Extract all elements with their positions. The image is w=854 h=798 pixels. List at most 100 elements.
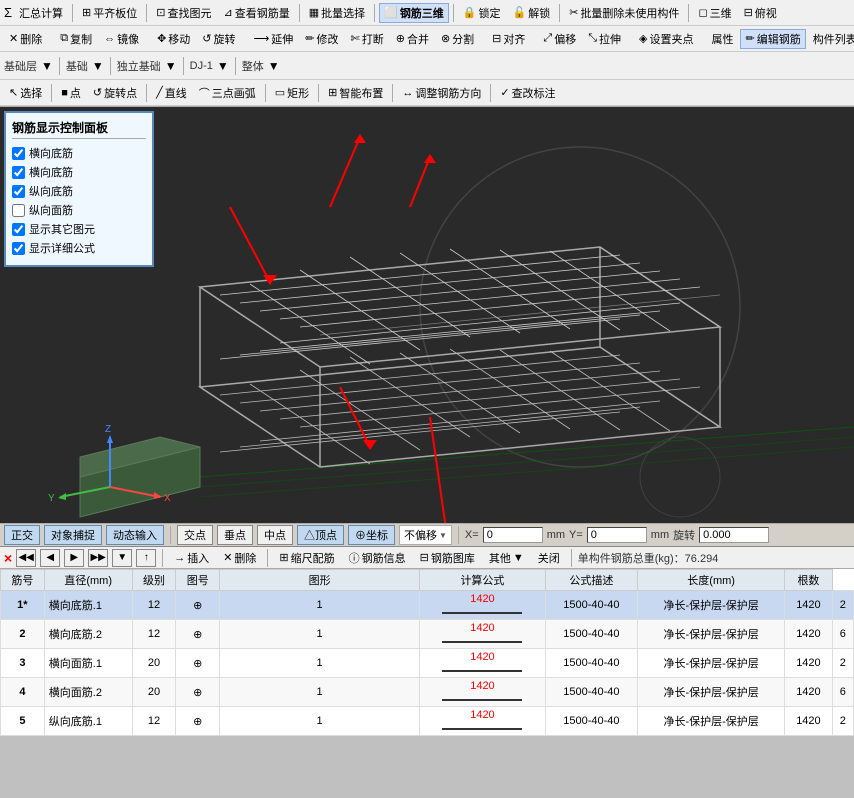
unlock-button[interactable]: 🔓解锁 (508, 3, 556, 23)
show-formula-checkbox[interactable] (12, 242, 25, 255)
control-item[interactable]: 横向底筋 (12, 145, 146, 161)
cell-count: 2 (832, 649, 853, 678)
down-button[interactable]: ▼ (112, 549, 132, 567)
offset-button[interactable]: ⤢偏移 (538, 29, 581, 49)
line-button[interactable]: ╱直线 (151, 83, 192, 103)
edit-rebar-button[interactable]: ✏编辑钢筋 (740, 29, 805, 49)
modify-button[interactable]: ✏修改 (300, 29, 343, 49)
rebar-info-button[interactable]: ⓘ钢筋信息 (344, 548, 411, 568)
cell-diameter: 20 (132, 649, 176, 678)
lock-button[interactable]: 🔒锁定 (458, 3, 506, 23)
rotate-point-button[interactable]: ↺旋转点 (88, 83, 142, 103)
dynamic-input-button[interactable]: 动态输入 (106, 525, 164, 545)
three-point-arc-button[interactable]: ⌒三点画弧 (194, 83, 261, 103)
rebar-3d-icon: ⬜ (384, 6, 398, 19)
sum-calc-button[interactable]: 汇总计算 (14, 3, 68, 23)
y-input[interactable] (587, 527, 647, 543)
midpoint-button[interactable]: 中点 (257, 525, 293, 545)
insert-button[interactable]: →插入 (169, 548, 214, 568)
shape-line (442, 641, 522, 643)
flat-board-button[interactable]: ⊞平齐板位 (77, 3, 142, 23)
control-item[interactable]: 纵向面筋 (12, 202, 146, 218)
separator (392, 84, 393, 102)
prev-button[interactable]: ◀ (40, 549, 60, 567)
control-item[interactable]: 横向底筋 (12, 164, 146, 180)
control-item[interactable]: 显示其它图元 (12, 221, 146, 237)
table-row[interactable]: 4横向面筋.220⊕114201500-40-40净长-保护层-保护层14206 (1, 678, 854, 707)
set-point-button[interactable]: ◈设置夹点 (634, 29, 698, 49)
table-row[interactable]: 1*横向底筋.112⊕114201500-40-40净长-保护层-保护层1420… (1, 591, 854, 620)
cell-grade: ⊕ (176, 678, 220, 707)
cell-shape: 1420 (420, 649, 546, 678)
del-button[interactable]: ✕删除 (218, 548, 261, 568)
offset-dropdown[interactable]: 不偏移 ▼ (399, 525, 452, 545)
point-button[interactable]: ■点 (56, 83, 86, 103)
mm-label2: mm (651, 529, 669, 541)
x-input[interactable] (483, 527, 543, 543)
object-snap-button[interactable]: 对象捕捉 (44, 525, 102, 545)
separator (490, 84, 491, 102)
other-button[interactable]: 其他▼ (484, 548, 529, 568)
zong-face-checkbox[interactable] (12, 204, 25, 217)
batch-delete-button[interactable]: ✂批量删除未使用构件 (564, 3, 684, 23)
cell-desc: 净长-保护层-保护层 (637, 620, 784, 649)
zong-bottom-checkbox[interactable] (12, 185, 25, 198)
smart-layout-icon: ⊞ (328, 86, 337, 99)
component-list-button[interactable]: 构件列表 (808, 29, 854, 49)
show-formula-label: 显示详细公式 (29, 240, 95, 256)
show-symbol-checkbox[interactable] (12, 223, 25, 236)
control-item[interactable]: 纵向底筋 (12, 183, 146, 199)
up-button[interactable]: ↑ (136, 549, 156, 567)
first-button[interactable]: ◀◀ (16, 549, 36, 567)
play-button[interactable]: ▶ (64, 549, 84, 567)
batch-select-button[interactable]: ▦批量选择 (304, 3, 370, 23)
separator (59, 57, 60, 75)
smart-layout-button[interactable]: ⊞智能布置 (323, 83, 388, 103)
canvas-area[interactable]: 钢筋显示控制面板 横向底筋 横向底筋 纵向底筋 纵向面筋 显示其它图元 显示详细… (0, 107, 854, 547)
extend-button[interactable]: ⟶延伸 (249, 29, 299, 49)
rebar-3d-button[interactable]: ⬜钢筋三维 (379, 3, 449, 23)
align-button[interactable]: ⊟对齐 (487, 29, 530, 49)
heng-bottom-checkbox[interactable] (12, 147, 25, 160)
separator (688, 4, 689, 22)
close-btn[interactable]: 关闭 (533, 548, 565, 568)
unlock-icon: 🔓 (513, 6, 527, 19)
check-mark-button[interactable]: ✓查改标注 (495, 83, 560, 103)
perpendicular-button[interactable]: 垂点 (217, 525, 253, 545)
perspective-button[interactable]: ⊟俯视 (739, 3, 782, 23)
control-item[interactable]: 显示详细公式 (12, 240, 146, 256)
copy-button[interactable]: ⧉复制 (55, 29, 97, 49)
select-icon: ↖ (9, 86, 18, 99)
split-button[interactable]: ⊗分割 (436, 29, 479, 49)
delete-button[interactable]: ✕删除 (4, 29, 47, 49)
intersection-button[interactable]: 交点 (177, 525, 213, 545)
mirror-button[interactable]: ⇔镜像 (99, 29, 144, 49)
rotate-input[interactable] (699, 527, 769, 543)
table-row[interactable]: 2横向底筋.212⊕114201500-40-40净长-保护层-保护层14206 (1, 620, 854, 649)
merge-button[interactable]: ⊕合并 (391, 29, 434, 49)
rebar-library-button[interactable]: ⊟钢筋图库 (415, 548, 480, 568)
properties-button[interactable]: 属性 (706, 29, 738, 49)
heng-bottom2-checkbox[interactable] (12, 166, 25, 179)
table-row[interactable]: 3横向面筋.120⊕114201500-40-40净长-保护层-保护层14202 (1, 649, 854, 678)
coord-icon: ⊕ (355, 530, 366, 542)
move-button[interactable]: ✥移动 (152, 29, 195, 49)
rotate-button[interactable]: ↺旋转 (197, 29, 240, 49)
adjust-rebar-dir-button[interactable]: ↔调整钢筋方向 (397, 83, 486, 103)
scale-rebar-button[interactable]: ⊞缩尺配筋 (274, 548, 339, 568)
select-button[interactable]: ↖选择 (4, 83, 47, 103)
coord-button[interactable]: ⊕坐标 (348, 525, 395, 545)
vertex-button[interactable]: △顶点 (297, 525, 344, 545)
stretch-button[interactable]: ⤡拉伸 (583, 29, 626, 49)
3d-button[interactable]: ◻三维 (693, 3, 736, 23)
last-button[interactable]: ▶▶ (88, 549, 108, 567)
punch-button[interactable]: ✄打断 (346, 29, 389, 49)
orthogonal-button[interactable]: 正交 (4, 525, 40, 545)
rect-button[interactable]: ▭矩形 (270, 83, 314, 103)
del-icon: ✕ (223, 551, 232, 564)
merge-icon: ⊕ (396, 32, 405, 45)
view-rebar-button[interactable]: ⊿查看钢筋量 (218, 3, 294, 23)
view-diagram-button[interactable]: ⊡查找图元 (151, 3, 216, 23)
table-row[interactable]: 5纵向底筋.112⊕114201500-40-40净长-保护层-保护层14202 (1, 707, 854, 736)
col-header-desc: 公式描述 (545, 570, 637, 591)
